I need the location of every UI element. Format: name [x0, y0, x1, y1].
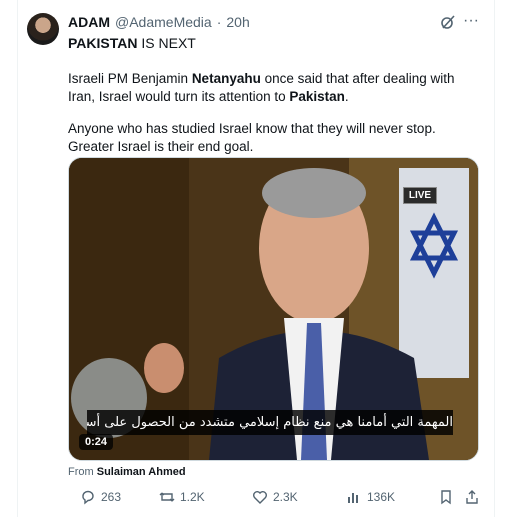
avatar[interactable]	[27, 13, 59, 45]
headline-bold: PAKISTAN	[68, 35, 138, 51]
share-button[interactable]	[464, 489, 480, 505]
video-player[interactable]: LIVE المهمة التي أمامنا هي منع نظام إسلا…	[68, 157, 479, 461]
author-name[interactable]: ADAM	[68, 14, 110, 30]
more-icon[interactable]: ···	[463, 13, 481, 30]
para1-bold-pakistan: Pakistan	[289, 89, 345, 104]
bookmark-button[interactable]	[438, 489, 454, 505]
repost-count: 1.2K	[180, 490, 205, 504]
repost-button[interactable]: 1.2K	[159, 489, 205, 505]
para1-bold-netanyahu: Netanyahu	[191, 71, 261, 86]
tweet-paragraph-2: Anyone who has studied Israel know that …	[68, 121, 436, 154]
reply-button[interactable]: 263	[80, 489, 121, 505]
heart-icon	[253, 491, 267, 504]
timeline-border-right	[494, 0, 495, 517]
live-badge: LIVE	[403, 187, 437, 204]
share-icon	[466, 490, 478, 504]
grok-icon[interactable]	[440, 14, 456, 30]
like-button[interactable]: 2.3K	[252, 489, 298, 505]
views-button[interactable]: 136K	[346, 489, 395, 505]
headline-rest: IS NEXT	[141, 35, 196, 51]
timeline-border-left	[17, 0, 18, 517]
from-label: From	[68, 466, 94, 478]
bookmark-icon	[441, 490, 451, 505]
tweet-text: Israeli PM Benjamin Netanyahu once said …	[68, 70, 480, 170]
tweet-headline: PAKISTAN IS NEXT	[68, 35, 196, 51]
tweet-paragraph-1: Israeli PM Benjamin Netanyahu once said …	[68, 70, 480, 106]
video-caption: المهمة التي أمامنا هي منع نظام إسلامي مت…	[87, 410, 453, 435]
video-source: From Sulaiman Ahmed	[68, 466, 186, 478]
para1-text-a: Israeli PM Benjamin	[68, 71, 189, 86]
video-duration: 0:24	[79, 434, 114, 450]
view-count: 136K	[367, 490, 396, 504]
like-count: 2.3K	[273, 490, 298, 504]
source-name[interactable]: Sulaiman Ahmed	[97, 466, 186, 478]
author-handle[interactable]: @AdameMedia	[115, 14, 212, 30]
tweet-header: ADAM @AdameMedia · 20h	[68, 14, 250, 30]
separator-dot: ·	[216, 14, 222, 30]
views-icon	[348, 493, 358, 503]
para1-end: .	[344, 89, 349, 104]
reply-icon	[82, 490, 94, 505]
repost-icon	[159, 492, 175, 502]
timestamp[interactable]: 20h	[226, 14, 249, 30]
action-bar: 263 1.2K 2.3K 136K	[80, 489, 480, 507]
reply-count: 263	[101, 490, 122, 504]
